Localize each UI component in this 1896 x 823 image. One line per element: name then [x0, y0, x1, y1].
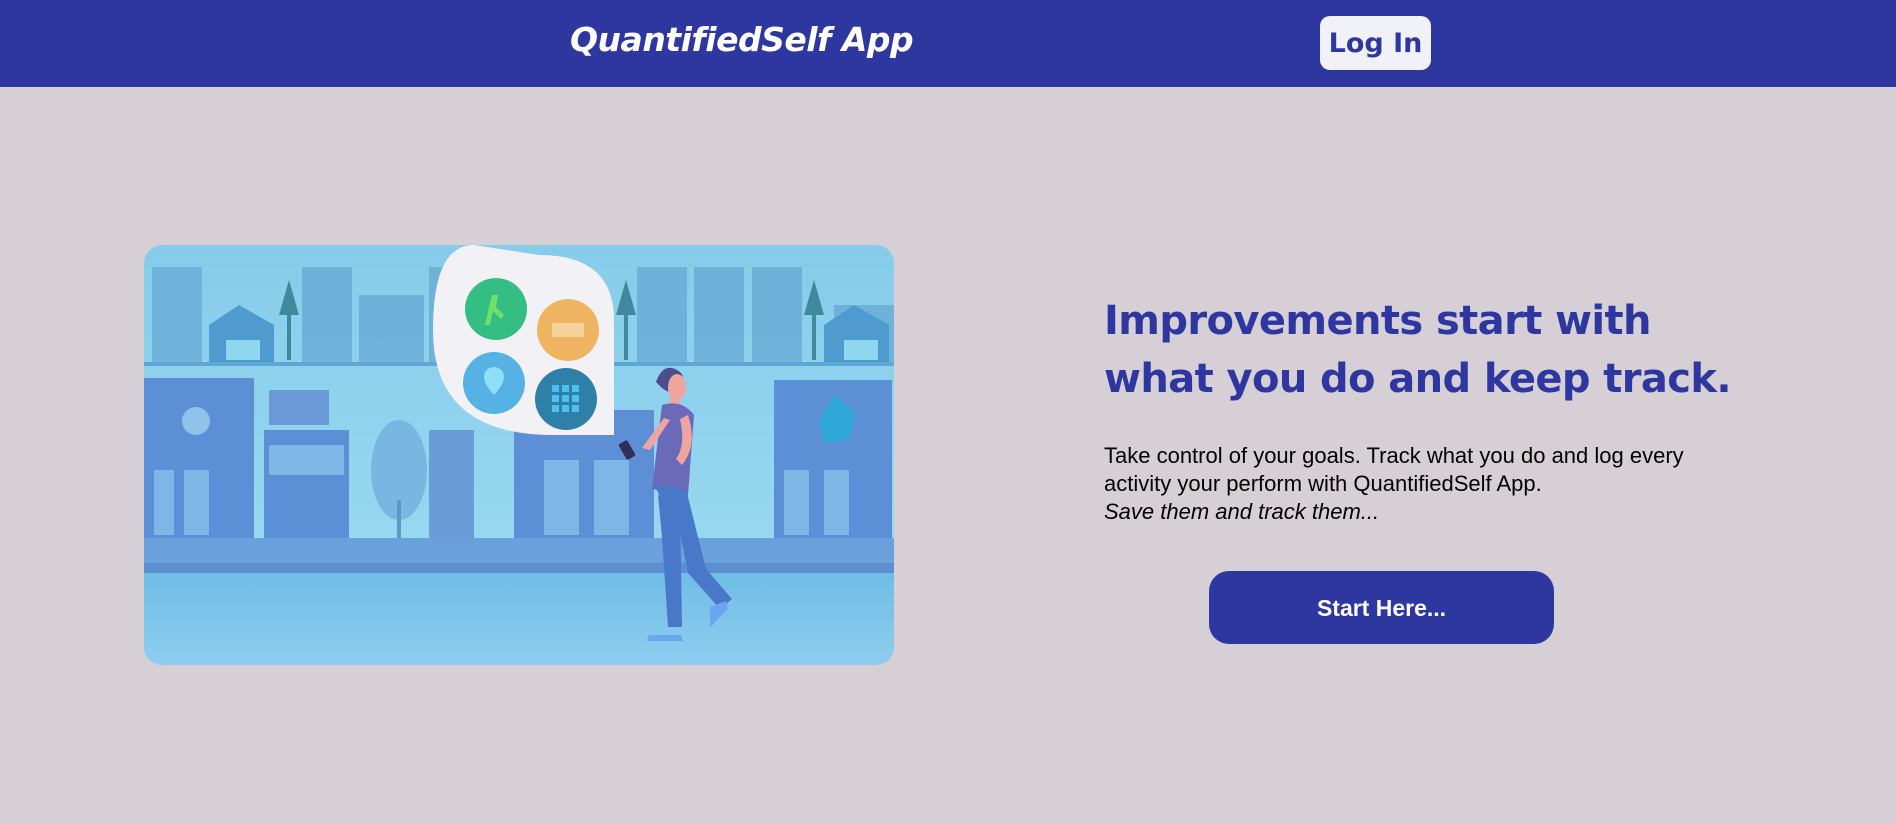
map-pin-icon	[182, 407, 210, 435]
top-navbar: QuantifiedSelf App Log In	[0, 0, 1896, 87]
description-tagline: Save them and track them...	[1104, 499, 1380, 524]
hero-headline: Improvements start with what you do and …	[1104, 298, 1732, 402]
hero-description: Take control of your goals. Track what y…	[1104, 442, 1704, 526]
description-text: Take control of your goals. Track what y…	[1104, 443, 1684, 496]
brand-logo[interactable]: QuantifiedSelf App	[570, 20, 914, 59]
start-here-button[interactable]: Start Here...	[1209, 571, 1554, 644]
login-button[interactable]: Log In	[1320, 16, 1431, 70]
hero-illustration	[144, 245, 894, 665]
city-walker-illustration	[144, 245, 894, 665]
